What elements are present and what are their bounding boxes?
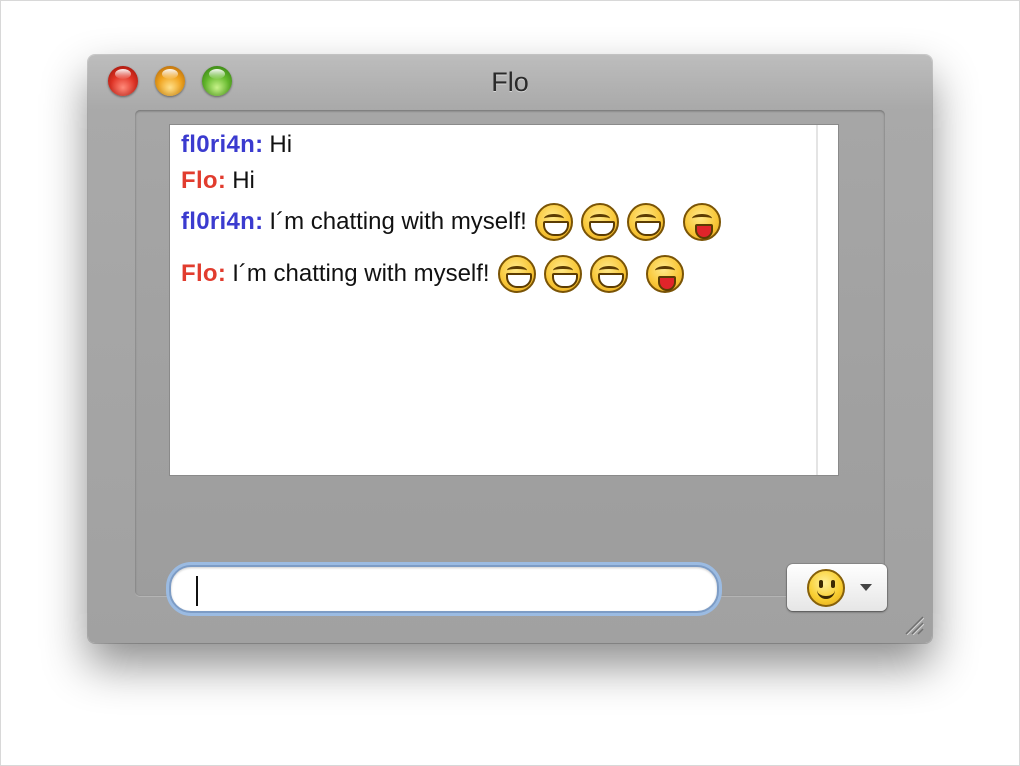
chat-transcript[interactable]: fl0ri4n: Hi Flo: Hi fl0ri4n: I´m chattin… [170, 125, 838, 475]
chat-message: fl0ri4n: Hi [181, 131, 292, 159]
sender-name: fl0ri4n: [181, 131, 264, 158]
grin-icon [626, 203, 665, 241]
message-input[interactable] [185, 573, 699, 605]
message-text: I´m chatting with myself! [232, 260, 490, 287]
grin-icon [580, 203, 619, 241]
resize-grip-icon[interactable] [902, 613, 924, 635]
chat-message: fl0ri4n: I´m chatting with myself! [181, 203, 721, 241]
text-caret [196, 576, 198, 606]
chat-message: Flo: Hi [181, 167, 255, 195]
title-bar[interactable]: Flo [88, 55, 932, 105]
emoticon-picker-button[interactable] [787, 564, 887, 611]
grin-icon [497, 255, 536, 293]
window-title: Flo [491, 67, 529, 97]
sender-name: Flo: [181, 167, 227, 194]
message-text: I´m chatting with myself! [269, 208, 527, 235]
message-text: Hi [232, 167, 255, 194]
content-panel: fl0ri4n: Hi Flo: Hi fl0ri4n: I´m chattin… [135, 110, 887, 613]
grin-icon [589, 255, 628, 293]
chat-window: Flo fl0ri4n: Hi Flo: Hi fl0ri4n: I´m cha… [88, 55, 932, 643]
message-input-field[interactable] [169, 565, 719, 613]
chevron-down-icon [860, 584, 872, 591]
grin-icon [534, 203, 573, 241]
message-text: Hi [269, 131, 293, 158]
sender-name: Flo: [181, 260, 227, 287]
grin-icon [543, 255, 582, 293]
smiley-icon [807, 569, 845, 607]
sender-name: fl0ri4n: [181, 208, 264, 235]
tongue-icon [682, 203, 721, 241]
chat-message: Flo: I´m chatting with myself! [181, 255, 684, 293]
scrollbar[interactable] [816, 125, 838, 475]
tongue-icon [645, 255, 684, 293]
